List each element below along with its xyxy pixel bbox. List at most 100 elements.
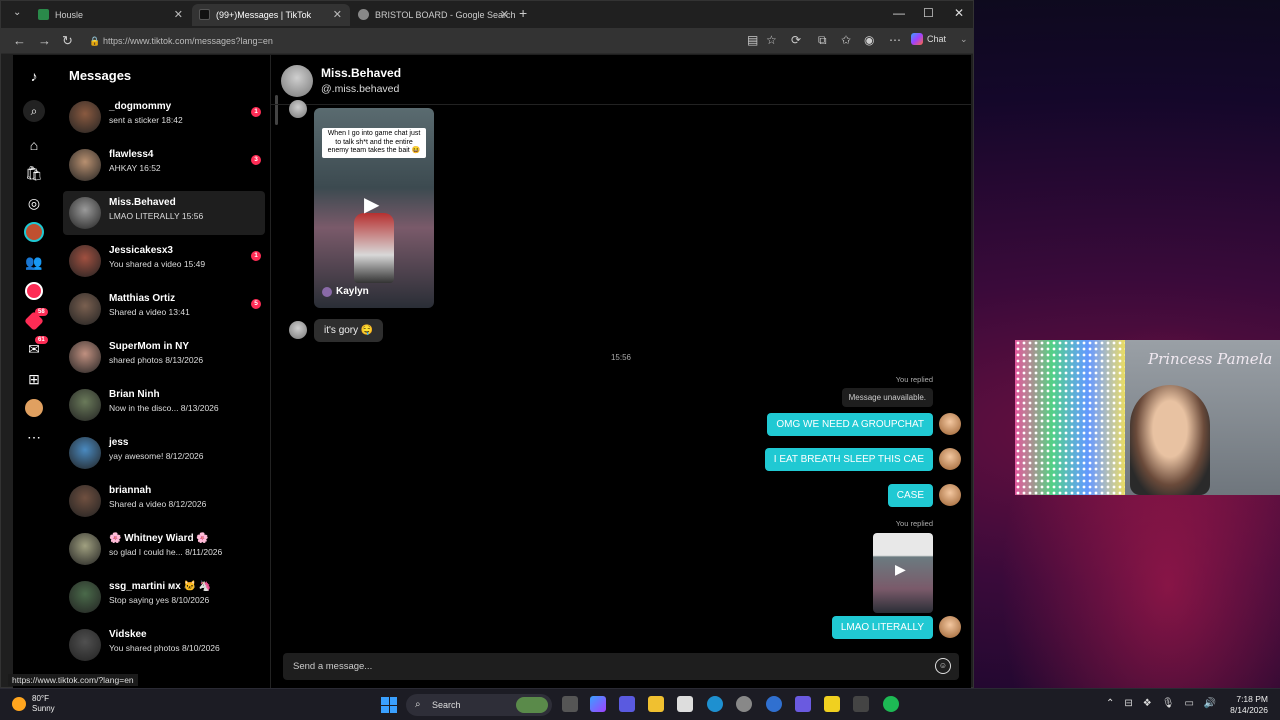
taskbar-search[interactable]: ⌕ Search	[406, 694, 552, 716]
address-bar[interactable]: 🔒 https://www.tiktok.com/messages?lang=e…	[85, 31, 735, 51]
favorites-icon[interactable]: ✩	[841, 33, 851, 47]
conversation-item[interactable]: Miss.Behaved LMAO LITERALLY 15:56	[63, 191, 265, 235]
search-icon[interactable]: ⌕	[23, 100, 45, 122]
tray-app-icon[interactable]: ❖	[1143, 698, 1152, 709]
app-icon[interactable]	[766, 696, 782, 712]
discord-icon[interactable]	[795, 696, 811, 712]
more-options-icon[interactable]: ⋯	[889, 33, 901, 47]
minimize-icon[interactable]: —	[893, 6, 905, 20]
teams-icon[interactable]	[619, 696, 635, 712]
conversation-preview: so glad I could he... 8/11/2026	[109, 547, 223, 557]
conversation-item[interactable]: 🌸 Whitney Wiard 🌸 so glad I could he... 8…	[63, 527, 265, 571]
more-icon[interactable]: ⋯	[23, 426, 45, 448]
their-message-bubble: it's gory 🤤	[314, 319, 384, 342]
contact-avatar[interactable]	[281, 65, 313, 97]
volume-icon[interactable]: 🔊	[1204, 698, 1216, 709]
favorite-star-icon[interactable]: ☆	[766, 33, 777, 47]
shop-icon[interactable]: 🛍	[23, 162, 45, 184]
conversation-item[interactable]: Vidskee You shared photos 8/10/2026	[63, 623, 265, 667]
shared-video[interactable]: When I go into game chat just to talk sh…	[314, 108, 434, 308]
replied-video-thumbnail[interactable]: ▶	[873, 533, 933, 613]
home-icon[interactable]: ⌂	[23, 134, 45, 156]
inbox-icon[interactable]: ✉ 61	[23, 336, 48, 360]
conversation-avatar	[69, 245, 101, 277]
tray-app-icon[interactable]: ⊟	[1124, 698, 1132, 709]
live-icon[interactable]	[25, 282, 43, 300]
profile-icon[interactable]: ◉	[864, 33, 874, 47]
sticky-notes-icon[interactable]	[824, 696, 840, 712]
weather-widget[interactable]: 80°F Sunny	[12, 694, 55, 713]
profile-avatar-icon[interactable]	[25, 399, 43, 417]
clock-time: 7:18 PM	[1236, 694, 1268, 704]
play-icon[interactable]: ▶	[895, 561, 906, 578]
lock-icon[interactable]: 🔒	[89, 31, 100, 51]
video-caption: When I go into game chat just to talk sh…	[322, 128, 426, 158]
reader-view-icon[interactable]: ▤	[747, 33, 758, 47]
conversation-avatar	[69, 341, 101, 373]
my-message-bubble: OMG WE NEED A GROUPCHAT	[767, 413, 933, 436]
chevron-up-icon[interactable]: ⌃	[1106, 698, 1114, 709]
edge-icon[interactable]	[707, 696, 723, 712]
conversation-item[interactable]: Matthias Ortiz Shared a video 13:41 5	[63, 287, 265, 331]
close-window-icon[interactable]: ✕	[954, 6, 964, 20]
terminal-icon[interactable]	[853, 696, 869, 712]
tab-google-search[interactable]: BRISTOL BOARD - Google Search ✕	[351, 4, 517, 26]
conversation-preview: Now in the disco... 8/13/2026	[109, 403, 219, 413]
conversation-item[interactable]: Brian Ninh Now in the disco... 8/13/2026	[63, 383, 265, 427]
explore-icon[interactable]: ◎	[23, 192, 45, 214]
live-avatar-icon[interactable]	[24, 222, 44, 242]
settings-icon[interactable]	[736, 696, 752, 712]
tab-tiktok-messages[interactable]: (99+)Messages | TikTok ✕	[192, 4, 350, 26]
split-screen-icon[interactable]: ⧉	[818, 33, 827, 48]
contact-name[interactable]: Miss.Behaved	[321, 66, 401, 80]
close-tab-icon[interactable]: ✕	[500, 8, 509, 21]
conversation-item[interactable]: briannah Shared a video 8/12/2026	[63, 479, 265, 523]
start-button[interactable]	[381, 697, 397, 713]
maximize-icon[interactable]: ☐	[923, 6, 934, 20]
new-tab-icon[interactable]: +	[519, 5, 527, 21]
refresh-icon[interactable]: ↻	[62, 33, 73, 49]
you-replied-label: You replied	[895, 519, 933, 528]
conversation-avatar	[69, 485, 101, 517]
file-explorer-icon[interactable]	[648, 696, 664, 712]
upload-icon[interactable]: ⊞	[23, 368, 45, 390]
back-icon[interactable]: ←	[13, 33, 26, 48]
copilot-app-icon[interactable]	[590, 696, 606, 712]
tab-housle[interactable]: Housle ✕	[31, 4, 191, 26]
clock[interactable]: 7:18 PM 8/14/2026	[1224, 694, 1268, 716]
close-tab-icon[interactable]: ✕	[174, 8, 183, 21]
search-highlight-icon	[516, 697, 548, 713]
my-message-bubble: CASE	[887, 484, 933, 507]
following-icon[interactable]: 👥	[23, 251, 45, 273]
close-tab-icon[interactable]: ✕	[333, 8, 342, 21]
conversation-item[interactable]: jess yay awesome! 8/12/2026	[63, 431, 265, 475]
spotify-icon[interactable]	[883, 696, 899, 712]
tab-actions-icon[interactable]: ⌄	[13, 7, 21, 18]
conversation-item[interactable]: ssg_martini ᴍx 🐱 🦄 Stop saying yes 8/10/2…	[63, 575, 265, 619]
message-input[interactable]	[293, 653, 893, 680]
emoji-icon[interactable]: ☺	[935, 658, 951, 674]
conversation-item[interactable]: SuperMom in NY shared photos 8/13/2026	[63, 335, 265, 379]
store-icon[interactable]	[677, 696, 693, 712]
wifi-icon[interactable]: ▭	[1184, 698, 1193, 709]
conversation-avatar	[69, 101, 101, 133]
chat-header: Miss.Behaved @.miss.behaved	[271, 55, 971, 105]
housle-favicon-icon	[38, 9, 49, 20]
extensions-icon[interactable]: ⟳	[791, 33, 801, 47]
copilot-chat-button[interactable]: Chat ⌄	[911, 33, 968, 45]
activity-icon[interactable]: 58	[23, 308, 48, 332]
tiktok-logo-icon[interactable]: ♪	[23, 65, 45, 87]
task-view-icon[interactable]	[562, 696, 578, 712]
conversation-item[interactable]: Jessicakesx3 You shared a video 15:49 1	[63, 239, 265, 283]
contact-handle[interactable]: @.miss.behaved	[321, 83, 399, 95]
conversation-name: jess	[109, 437, 129, 448]
forward-icon[interactable]: →	[38, 33, 51, 48]
webcam-lights	[1015, 340, 1125, 495]
chat-panel: Miss.Behaved @.miss.behaved When I go in…	[271, 55, 971, 689]
my-avatar	[939, 616, 961, 638]
conversation-item[interactable]: flawless4 AHKAY 16:52 3	[63, 143, 265, 187]
conversation-item[interactable]: _dogmommy sent a sticker 18:42 1	[63, 95, 265, 139]
play-icon[interactable]: ▶	[364, 192, 379, 217]
mic-icon[interactable]: 🎙	[1162, 698, 1175, 709]
messages-title: Messages	[69, 68, 132, 83]
